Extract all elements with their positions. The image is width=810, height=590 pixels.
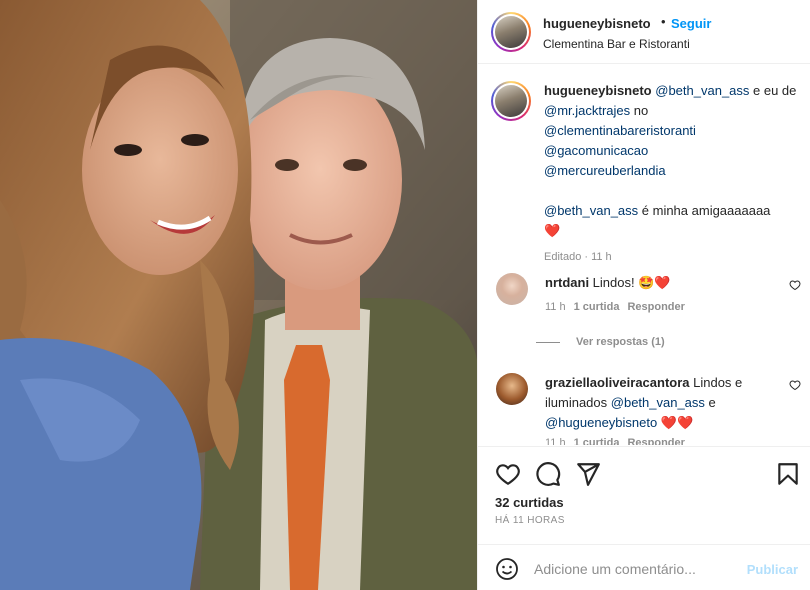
view-replies-button[interactable]: Ver respostas (1)	[536, 336, 665, 348]
post-header: hugueneybisneto • Seguir Clementina Bar …	[478, 0, 810, 64]
author-avatar[interactable]	[491, 12, 531, 52]
comment-meta: 11 h 1 curtida Responder	[545, 301, 685, 313]
share-icon[interactable]	[575, 461, 601, 487]
separator-dot: •	[661, 14, 666, 29]
heart-icon[interactable]	[495, 461, 521, 487]
caption-username[interactable]: hugueneybisneto	[544, 83, 652, 98]
comment-username[interactable]: graziellaoliveiracantora	[545, 375, 690, 390]
caption-fragment: no	[630, 103, 649, 118]
comment-emoji: 🤩❤️	[638, 275, 671, 290]
comment-likes[interactable]: 1 curtida	[574, 437, 620, 445]
publish-button[interactable]: Publicar	[747, 562, 798, 577]
heart-emoji: ❤️	[544, 223, 561, 238]
comment-time: 11 h	[545, 301, 566, 313]
comment-text: nrtdani Lindos! 🤩❤️	[545, 273, 765, 293]
emoji-icon[interactable]	[495, 557, 519, 581]
comment-emoji: ❤️❤️	[657, 415, 694, 430]
caption-fragment: é minha amigaaaaaaa	[638, 203, 771, 218]
post-photo[interactable]	[0, 0, 477, 590]
heart-outline-icon[interactable]	[789, 279, 801, 291]
commenter-avatar[interactable]	[496, 273, 528, 305]
post-time: HÁ 11 HORAS	[495, 515, 565, 526]
heart-outline-icon[interactable]	[789, 379, 801, 391]
mention-link[interactable]: @beth_van_ass	[655, 83, 749, 98]
mention-link[interactable]: @beth_van_ass	[544, 203, 638, 218]
comment-body: e	[704, 395, 716, 410]
view-replies-label: Ver respostas (1)	[576, 336, 665, 348]
comments-section[interactable]: hugueneybisneto @beth_van_ass e eu de @m…	[478, 65, 810, 445]
mention-link[interactable]: @clementinabareristoranti	[544, 123, 696, 138]
location-link[interactable]: Clementina Bar e Ristoranti	[543, 37, 690, 51]
reply-button[interactable]: Responder	[627, 301, 684, 313]
mention-link[interactable]: @mr.jacktrajes	[544, 103, 630, 118]
post-photo-image	[0, 0, 477, 590]
mention-link[interactable]: @hugueneybisneto	[545, 415, 657, 430]
comment-body: Lindos!	[589, 275, 639, 290]
commenter-avatar[interactable]	[496, 373, 528, 405]
mention-link[interactable]: @gacomunicacao	[544, 143, 648, 158]
post-actions: 32 curtidas HÁ 11 HORAS	[478, 446, 810, 544]
comment-username[interactable]: nrtdani	[545, 275, 589, 290]
comment-input[interactable]	[534, 557, 734, 581]
bookmark-icon[interactable]	[775, 461, 801, 487]
comment-icon[interactable]	[535, 461, 561, 487]
likes-count[interactable]: 32 curtidas	[495, 495, 564, 510]
comment-meta: 11 h 1 curtida Responder	[545, 437, 685, 445]
author-username[interactable]: hugueneybisneto	[543, 16, 651, 31]
caption-fragment: e eu de	[749, 83, 797, 98]
divider-line	[536, 341, 560, 343]
mention-link[interactable]: @beth_van_ass	[611, 395, 705, 410]
caption-author-avatar[interactable]	[491, 81, 531, 121]
post-side-panel: hugueneybisneto • Seguir Clementina Bar …	[477, 0, 810, 590]
caption-text: hugueneybisneto @beth_van_ass e eu de @m…	[544, 81, 799, 241]
reply-button[interactable]: Responder	[627, 437, 684, 445]
mention-link[interactable]: @mercureuberlandia	[544, 163, 666, 178]
comment-likes[interactable]: 1 curtida	[574, 301, 620, 313]
comment-time: 11 h	[545, 437, 566, 445]
follow-button[interactable]: Seguir	[671, 16, 711, 31]
caption-edited-time: Editado · 11 h	[544, 251, 612, 263]
add-comment-bar: Publicar	[478, 544, 810, 590]
comment-text: graziellaoliveiracantora Lindos e ilumin…	[545, 373, 765, 433]
